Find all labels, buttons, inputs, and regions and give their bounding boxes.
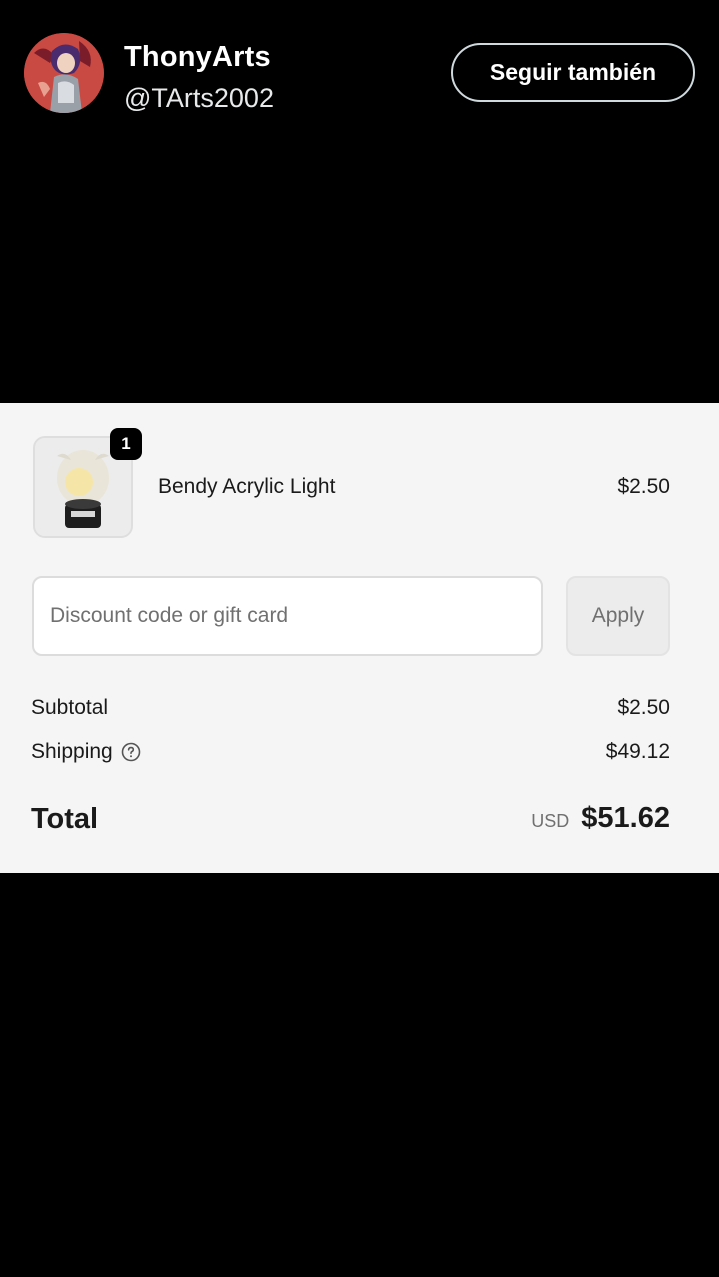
user-display-name[interactable]: ThonyArts (124, 41, 271, 74)
total-label: Total (31, 803, 99, 835)
discount-code-input[interactable] (32, 576, 543, 656)
subtotal-value: $2.50 (617, 696, 670, 719)
shipping-value: $49.12 (605, 740, 670, 763)
product-name: Bendy Acrylic Light (158, 475, 336, 498)
apply-discount-button[interactable]: Apply (566, 576, 670, 656)
follow-button[interactable]: Seguir también (451, 43, 695, 102)
total-currency: USD (531, 811, 570, 831)
order-summary-panel: 1 Bendy Acrylic Light $2.50 Apply Subtot… (0, 403, 719, 873)
total-value-group: USD $51.62 (531, 802, 670, 835)
shipping-label: Shipping (31, 740, 113, 763)
page: ThonyArts @TArts2002 Seguir también 1 Be… (0, 0, 719, 1277)
profile-header: ThonyArts @TArts2002 Seguir también (0, 0, 719, 140)
avatar-illustration (24, 33, 104, 113)
quantity-badge: 1 (110, 428, 142, 460)
subtotal-label: Subtotal (31, 696, 109, 719)
product-price: $2.50 (617, 475, 670, 498)
question-circle-icon[interactable] (121, 742, 141, 762)
shipping-row-label: Shipping (31, 740, 141, 764)
user-handle[interactable]: @TArts2002 (124, 83, 274, 114)
total-amount: $51.62 (581, 802, 670, 834)
avatar[interactable] (24, 33, 104, 113)
